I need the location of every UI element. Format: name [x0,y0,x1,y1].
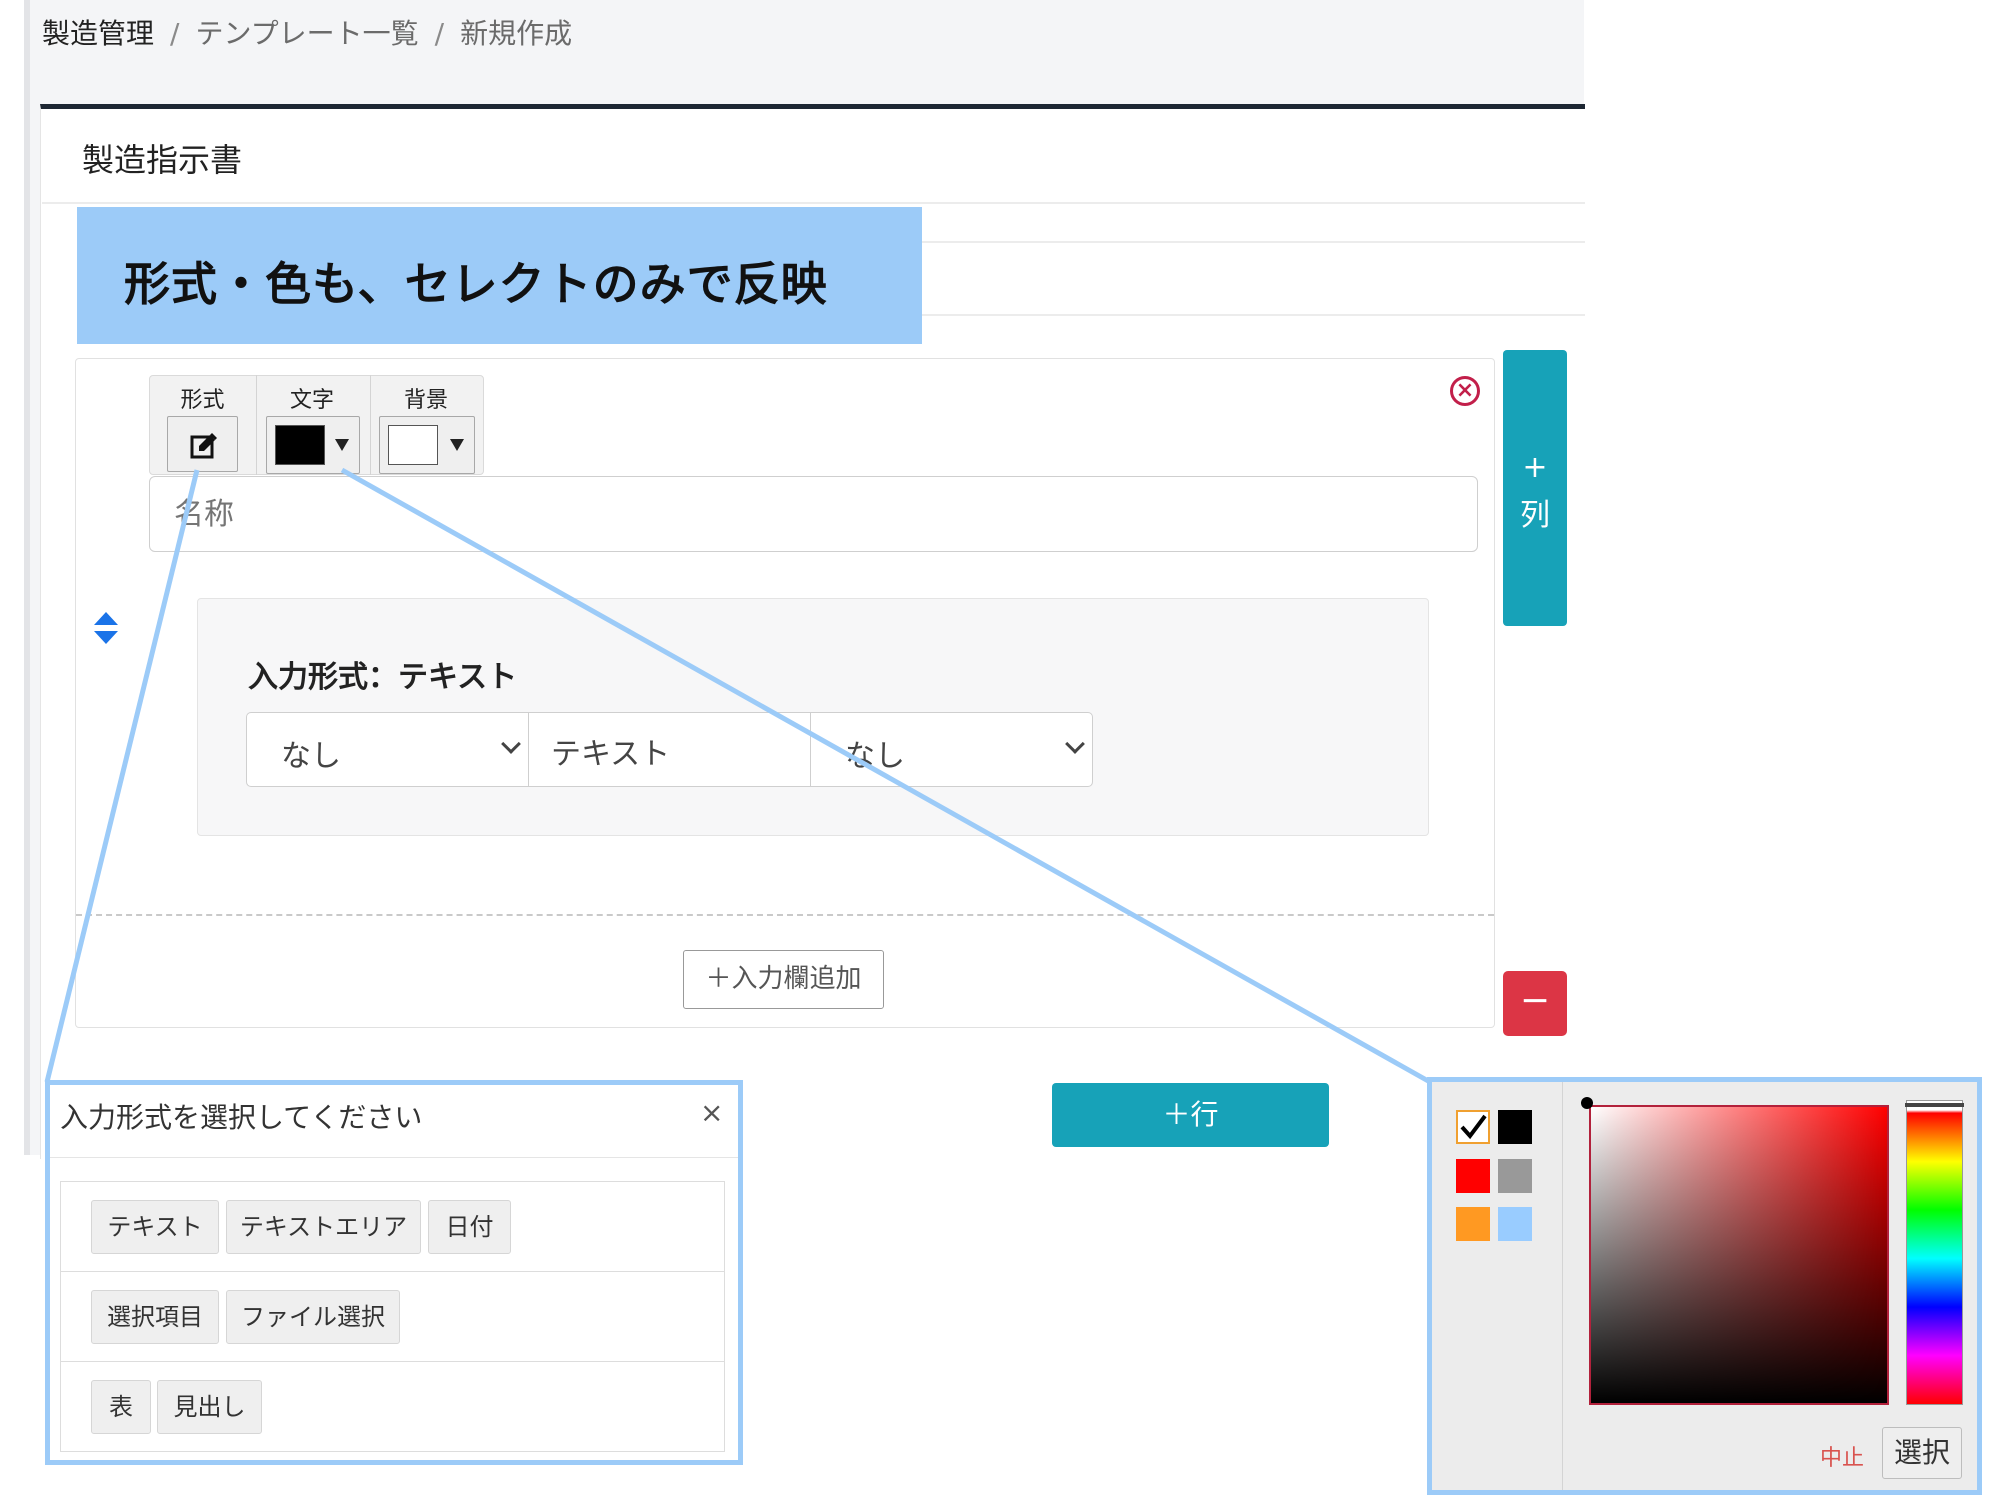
sort-icon[interactable] [92,610,120,646]
background-color-label: 背景 [403,388,448,413]
circle-x-icon[interactable]: × [1450,376,1480,406]
left-select-value: なし [281,739,341,774]
dialog-title: 入力形式を選択してください [60,1101,423,1134]
option-heading[interactable]: 見出し [157,1380,262,1434]
remove-row-button[interactable]: − [1503,971,1567,1036]
breadcrumb-separator: / [170,17,180,50]
check-icon [1460,1114,1487,1140]
option-text[interactable]: テキスト [91,1200,219,1254]
swatch-light-blue[interactable] [1498,1207,1532,1241]
hue-handle[interactable] [1905,1103,1964,1107]
format-label: 形式 [180,388,225,413]
callout-text: 形式・色も、セレクトのみで反映 [124,257,828,311]
divider [50,1157,738,1158]
toolbar-divider [370,375,371,475]
caret-down-icon [335,439,349,451]
input-type-label: 入力形式：テキスト [248,660,518,695]
text-field[interactable]: テキスト [528,712,811,787]
divider [1562,1082,1563,1490]
text-color-select[interactable] [266,416,360,474]
swatch-red[interactable] [1456,1159,1490,1193]
swatch-orange[interactable] [1456,1207,1490,1241]
format-button[interactable] [167,416,238,472]
page-left-edge [24,0,30,1155]
chevron-down-icon [501,734,521,754]
swatch-gray[interactable] [1498,1159,1532,1193]
edit-icon [190,433,217,459]
breadcrumb-item-template-list[interactable]: テンプレート一覧 [195,17,418,50]
background-color-swatch [388,425,438,465]
breadcrumb-item-new: 新規作成 [460,17,573,50]
option-select-item[interactable]: 選択項目 [91,1290,219,1344]
name-input[interactable] [149,476,1478,552]
cancel-link[interactable]: 中止 [1820,1440,1864,1472]
card-title: 製造指示書 [82,141,243,179]
add-row-button[interactable]: ＋行 [1052,1083,1329,1147]
caret-down-icon [450,439,464,451]
background-color-select[interactable] [379,416,475,474]
select-button[interactable]: 選択 [1882,1427,1962,1479]
swatch-black[interactable] [1498,1110,1532,1144]
plus-icon: + [1522,450,1548,485]
right-select-value: なし [845,739,905,774]
hue-slider[interactable] [1906,1100,1963,1405]
text-color-swatch [275,425,325,465]
option-file-select[interactable]: ファイル選択 [226,1290,400,1344]
divider [42,202,1585,204]
left-select[interactable]: なし [246,712,529,787]
swatch-white[interactable] [1456,1110,1490,1144]
swatch-panel [1432,1082,1562,1490]
option-textarea[interactable]: テキストエリア [226,1200,421,1254]
breadcrumb: 製造管理 / テンプレート一覧 / 新規作成 [42,12,572,52]
saturation-handle[interactable] [1581,1097,1593,1109]
right-select[interactable]: なし [810,712,1093,787]
option-group: 表 見出し [60,1361,725,1452]
text-field-value: テキスト [551,737,671,772]
option-date[interactable]: 日付 [428,1200,511,1254]
close-icon[interactable]: × [700,1096,723,1129]
toolbar-divider [256,375,257,475]
option-group: テキスト テキストエリア 日付 [60,1181,725,1272]
text-color-label: 文字 [289,388,334,413]
add-column-label: 列 [1520,498,1550,533]
chevron-down-icon [1065,734,1085,754]
saturation-value-area[interactable] [1589,1105,1889,1405]
add-input-button[interactable]: ＋入力欄追加 [683,950,884,1009]
option-group: 選択項目 ファイル選択 [60,1271,725,1362]
option-table[interactable]: 表 [91,1380,151,1434]
add-column-button[interactable]: + 列 [1503,350,1567,626]
breadcrumb-separator: / [434,17,445,50]
breadcrumb-item-production[interactable]: 製造管理 [42,17,154,50]
dashed-divider [76,914,1494,916]
